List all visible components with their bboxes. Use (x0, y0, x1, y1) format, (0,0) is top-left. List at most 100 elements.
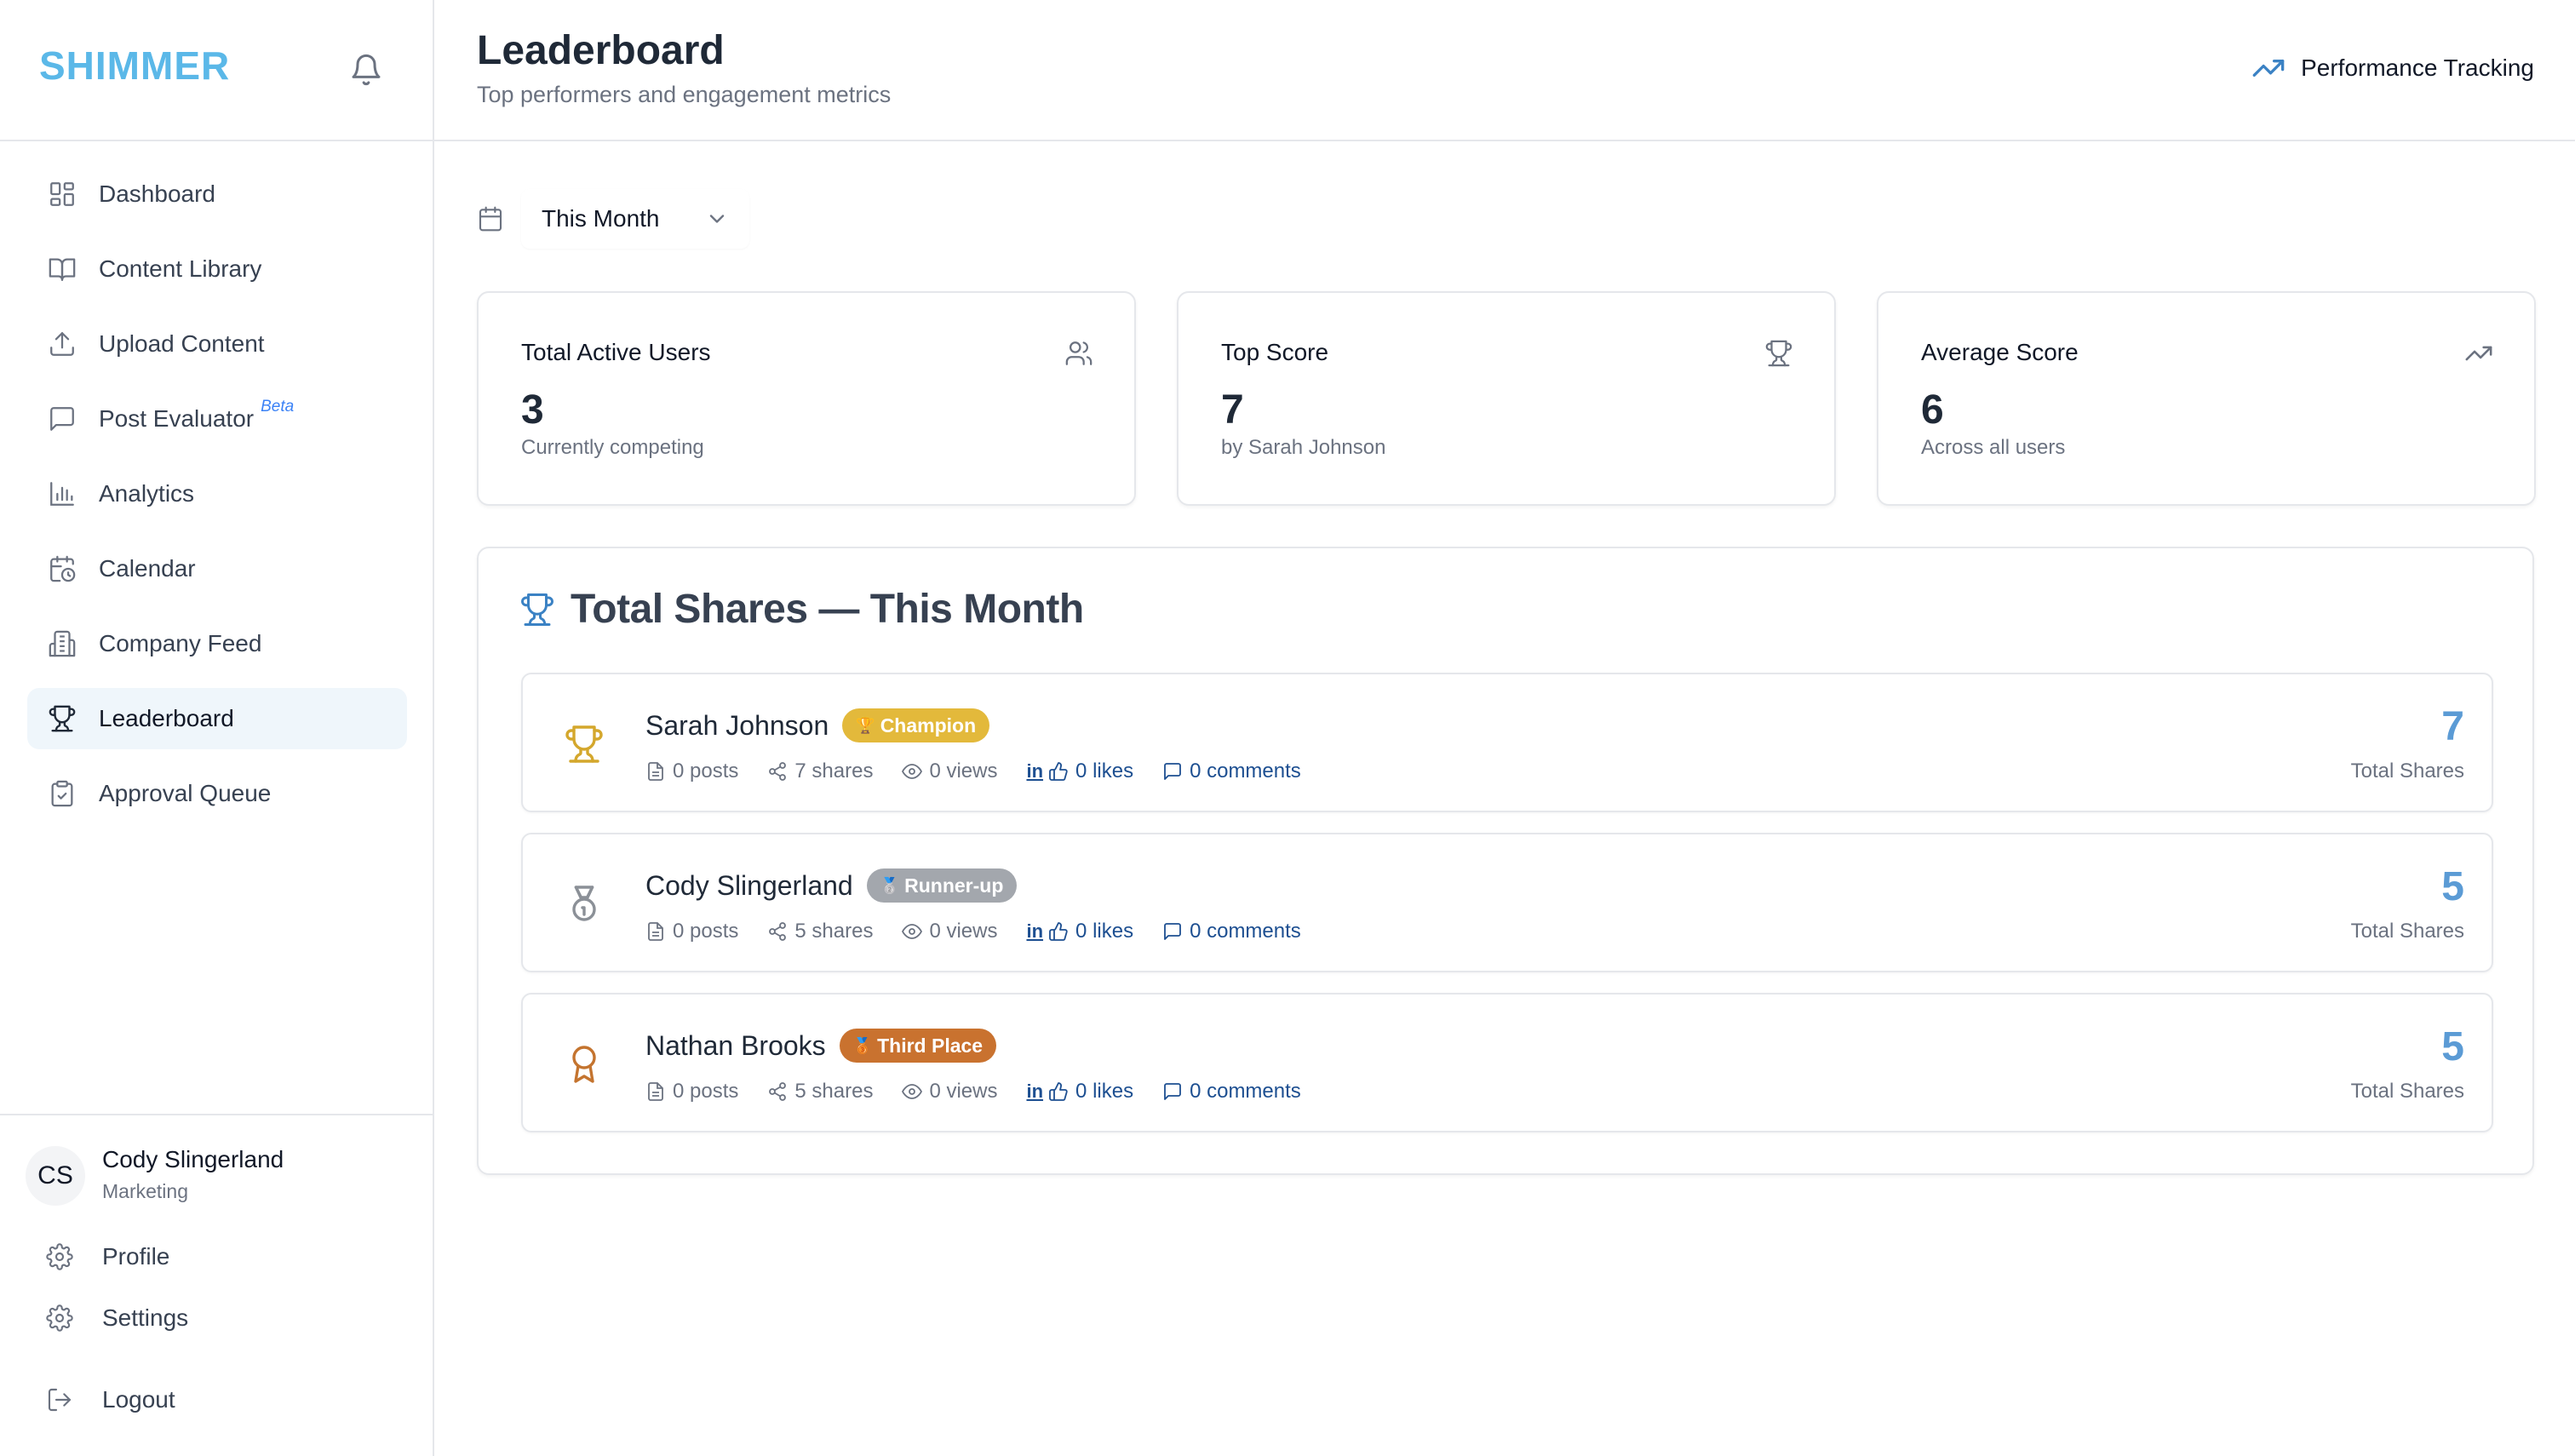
person-name[interactable]: Cody Slingerland (645, 870, 853, 902)
score-label: Total Shares (2350, 920, 2464, 943)
sidebar-item-company-feed[interactable]: Company Feed (27, 613, 407, 674)
performance-tracking-button[interactable]: Performance Tracking (2251, 51, 2534, 85)
user-block: CS Cody Slingerland Marketing Profile Se… (0, 1114, 433, 1456)
award-icon (572, 1046, 596, 1083)
views-text: 0 views (929, 1080, 998, 1103)
sidebar-item-label: Leaderboard (99, 705, 234, 731)
bell-icon[interactable] (349, 53, 383, 87)
likes-text: 0 likes (1075, 920, 1134, 943)
comments-count: 0 comments (1162, 760, 1301, 783)
score-value: 5 (2441, 1024, 2464, 1069)
leaderboard-title: Total Shares — This Month (571, 587, 1084, 632)
rank-badge-label: Champion (880, 714, 977, 737)
logout-link[interactable]: Logout (46, 1386, 175, 1413)
trending-up-icon (2252, 60, 2285, 77)
likes-count: in 0 likes (1026, 760, 1133, 783)
rank-badge-label: Third Place (877, 1034, 984, 1057)
leaderboard-row[interactable]: Cody Slingerland 🥈 Runner-up 0 posts 5 sh… (521, 833, 2493, 972)
posts-text: 0 posts (673, 920, 739, 943)
file-icon (648, 922, 663, 941)
period-select-value: This Month (542, 205, 660, 232)
comments-text: 0 comments (1190, 760, 1301, 782)
stat-note: Across all users (1921, 436, 2066, 459)
person-name[interactable]: Sarah Johnson (645, 710, 829, 742)
logo[interactable]: SHIMMER (39, 43, 230, 89)
linkedin-icon: in (1026, 1081, 1044, 1102)
views-count: 0 views (902, 760, 997, 783)
sidebar-item-calendar[interactable]: Calendar (27, 538, 407, 599)
score-label: Total Shares (2350, 760, 2464, 782)
stat-card-average-score: Average Score 6 Across all users (1877, 291, 2536, 506)
shares-count: 5 shares (767, 1080, 873, 1103)
score-block: 7 Total Shares (2351, 707, 2464, 783)
settings-link[interactable]: Settings (46, 1304, 188, 1332)
sidebar-item-label: Analytics (99, 480, 195, 507)
sidebar-item-content-library[interactable]: Content Library (27, 238, 407, 300)
page-title: Leaderboard (477, 28, 725, 73)
sidebar-item-post-evaluator[interactable]: Post Evaluator Beta (27, 388, 407, 450)
share-icon (769, 1082, 787, 1101)
user-name: Cody Slingerland (102, 1146, 284, 1172)
page-subtitle: Top performers and engagement metrics (477, 82, 892, 107)
comments-text: 0 comments (1190, 1080, 1301, 1103)
dashboard-icon (50, 182, 74, 206)
medal-icon (572, 886, 596, 921)
views-text: 0 views (929, 920, 998, 943)
calendar-icon (479, 206, 502, 232)
leaderboard-heading: Total Shares — This Month (519, 586, 1084, 633)
performance-tracking-label: Performance Tracking (2301, 54, 2534, 81)
sidebar-item-analytics[interactable]: Analytics (27, 463, 407, 525)
sidebar-item-leaderboard[interactable]: Leaderboard (27, 688, 407, 749)
stat-note: Currently competing (521, 436, 704, 459)
trophy-icon (49, 705, 76, 732)
thumbs-up-icon (1049, 1082, 1068, 1101)
person-name[interactable]: Nathan Brooks (645, 1030, 826, 1062)
sidebar-item-upload-content[interactable]: Upload Content (27, 313, 407, 375)
eye-icon (902, 1084, 923, 1099)
file-icon (648, 1082, 663, 1101)
logout-label: Logout (102, 1386, 175, 1413)
page-header: Leaderboard Top performers and engagemen… (434, 0, 2575, 141)
leaderboard-row[interactable]: Sarah Johnson 🏆 Champion 0 posts 7 shares… (521, 673, 2493, 812)
stat-title: Total Active Users (521, 339, 711, 365)
rank-badge: 🥉 Third Place (839, 1029, 997, 1063)
shares-text: 5 shares (794, 1080, 874, 1103)
profile-label: Profile (102, 1243, 170, 1270)
engagement-meta: 0 posts 5 shares 0 views in 0 likes 0 com… (645, 920, 1330, 943)
rank-badge-label: Runner-up (904, 874, 1004, 897)
posts-count: 0 posts (645, 1080, 738, 1103)
trending-up-icon (2465, 346, 2492, 361)
thumbs-up-icon (1049, 922, 1068, 941)
sidebar-item-label: Calendar (99, 555, 196, 582)
leaderboard-panel: Total Shares — This Month Sarah Johnson … (477, 547, 2534, 1175)
share-icon (769, 762, 787, 781)
stat-title: Average Score (1921, 339, 2079, 365)
sidebar-item-approval-queue[interactable]: Approval Queue (27, 763, 407, 824)
stat-note: by Sarah Johnson (1221, 436, 1386, 459)
beta-badge: Beta (261, 398, 295, 416)
profile-link[interactable]: Profile (46, 1243, 169, 1270)
engagement-meta: 0 posts 5 shares 0 views in 0 likes 0 com… (645, 1080, 1330, 1103)
sidebar: SHIMMER Dashboard Content Library Upload… (0, 0, 434, 1456)
trophy-icon: 🏆 (856, 716, 875, 734)
shares-text: 5 shares (794, 920, 874, 943)
likes-text: 0 likes (1075, 760, 1134, 782)
likes-text: 0 likes (1075, 1080, 1134, 1103)
stat-value: 3 (521, 387, 544, 433)
avatar[interactable]: CS (26, 1146, 85, 1206)
rank-badge: 🏆 Champion (842, 708, 990, 742)
person-heading: Sarah Johnson 🏆 Champion (645, 708, 990, 742)
message-square-icon (50, 407, 74, 431)
likes-count: in 0 likes (1026, 1080, 1133, 1103)
person-heading: Cody Slingerland 🥈 Runner-up (645, 868, 1018, 903)
posts-count: 0 posts (645, 920, 738, 943)
stat-card-active-users: Total Active Users 3 Currently competing (477, 291, 1136, 506)
calendar-clock-icon (50, 555, 76, 582)
sidebar-item-dashboard[interactable]: Dashboard (27, 163, 407, 225)
shares-text: 7 shares (794, 760, 874, 782)
trophy-icon (1765, 340, 1792, 367)
stat-card-top-score: Top Score 7 by Sarah Johnson (1177, 291, 1836, 506)
period-select[interactable]: This Month (521, 189, 749, 249)
leaderboard-row[interactable]: Nathan Brooks 🥉 Third Place 0 posts 5 sha… (521, 993, 2493, 1132)
sidebar-item-label: Approval Queue (99, 780, 272, 806)
